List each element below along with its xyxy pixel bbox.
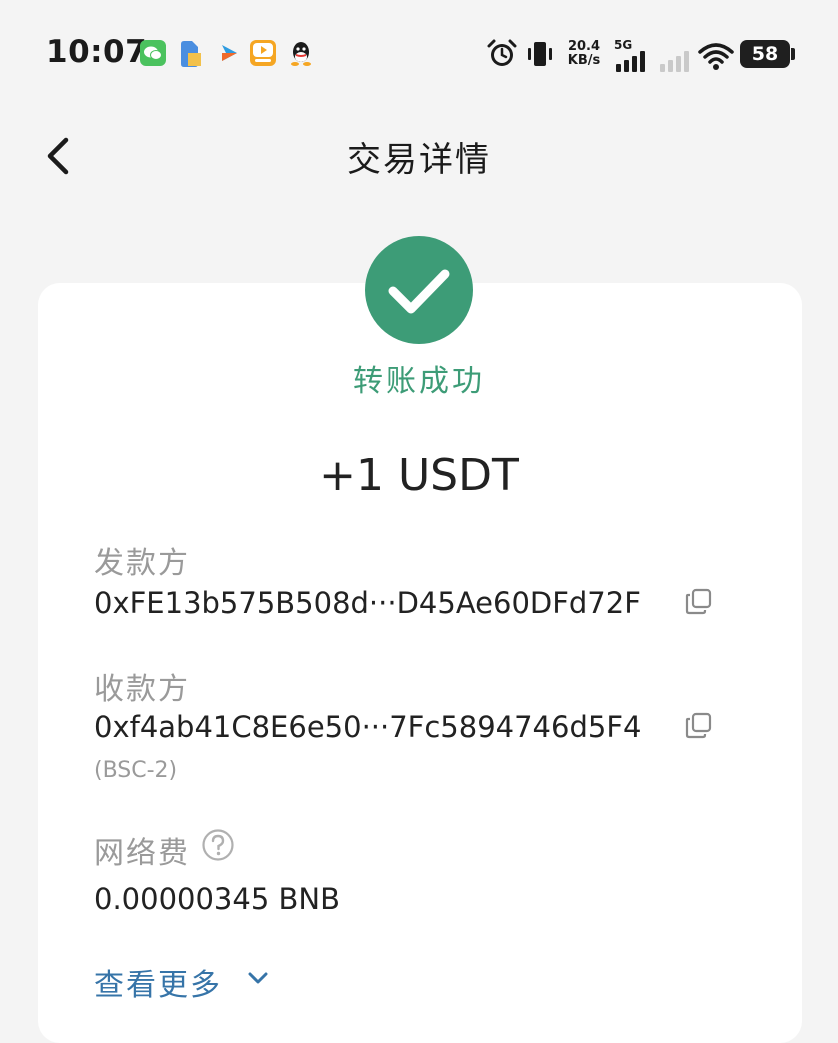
fee-value: 0.00000345 BNB	[94, 882, 340, 916]
question-circle-icon[interactable]	[201, 828, 235, 862]
success-badge	[365, 236, 473, 344]
page-title: 交易详情	[347, 140, 491, 180]
receiver-address[interactable]: 0xf4ab41C8E6e50···7Fc5894746d5F4	[94, 710, 641, 744]
view-more-label: 查看更多	[94, 968, 222, 1003]
receiver-label: 收款方	[94, 672, 190, 707]
nav-bar: 交易详情	[0, 118, 838, 194]
wechat-icon	[140, 40, 166, 66]
battery-icon: 58	[740, 40, 790, 68]
sender-label: 发款方	[94, 546, 190, 581]
status-bar: 10:07 20.4 KB/s 5G 58	[0, 0, 838, 110]
files-icon	[178, 40, 204, 67]
receiver-network-note: (BSC-2)	[94, 758, 178, 783]
qq-icon	[288, 40, 314, 66]
view-more-button[interactable]: 查看更多	[94, 960, 268, 1003]
sender-address[interactable]: 0xFE13b575B508d···D45Ae60DFd72F	[94, 586, 641, 620]
network-speed-unit: KB/s	[567, 53, 601, 68]
video-app-icon	[250, 40, 276, 66]
vibrate-icon	[524, 38, 556, 74]
copy-icon[interactable]	[684, 586, 714, 616]
signal-icon	[616, 50, 650, 76]
signal-weak-icon	[660, 50, 694, 76]
network-speed: 20.4 KB/s	[564, 40, 604, 68]
chevron-down-icon	[248, 972, 268, 984]
network-speed-value: 20.4	[567, 39, 601, 54]
checkmark-icon	[388, 269, 450, 314]
alarm-icon	[486, 38, 518, 74]
copy-icon[interactable]	[684, 710, 714, 740]
battery-cap	[791, 48, 795, 60]
wifi-icon	[698, 42, 734, 76]
status-time: 10:07	[46, 34, 148, 70]
transfer-status: 转账成功	[353, 364, 485, 399]
fee-label: 网络费	[94, 836, 190, 871]
system-status: 20.4 KB/s 5G 58	[484, 34, 804, 78]
transaction-amount: +1 USDT	[319, 450, 519, 501]
video-arrow-icon	[216, 40, 242, 66]
